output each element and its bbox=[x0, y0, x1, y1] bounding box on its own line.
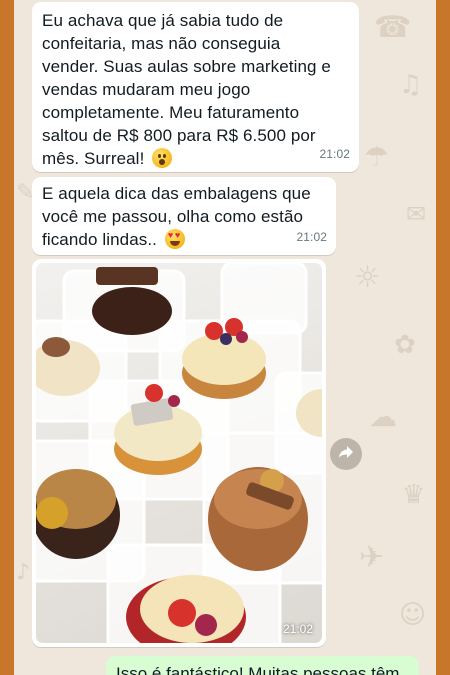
astonished-face-emoji bbox=[152, 148, 173, 168]
incoming-message-bubble[interactable]: E aquela dica das embalagens que você me… bbox=[32, 177, 336, 255]
message-timestamp: 21:02 bbox=[296, 230, 327, 244]
cakes-photo[interactable]: 21:02 bbox=[36, 263, 322, 643]
outgoing-message-bubble[interactable]: Isso é fantástico! Muitas pessoas têm bbox=[106, 656, 419, 675]
message-text: Eu achava que já sabia tudo de confeitar… bbox=[42, 11, 331, 168]
heart-eyes-emoji bbox=[164, 229, 185, 249]
message-text: E aquela dica das embalagens que você me… bbox=[42, 182, 326, 251]
incoming-photo-message[interactable]: 21:02 bbox=[32, 259, 326, 647]
message-timestamp: 21:02 bbox=[319, 147, 350, 161]
incoming-message-bubble[interactable]: Eu achava que já sabia tudo de confeitar… bbox=[32, 2, 359, 172]
forward-arrow-icon bbox=[338, 445, 354, 464]
forward-button[interactable] bbox=[330, 438, 362, 470]
photo-timestamp: 21:02 bbox=[282, 622, 313, 636]
cakes-illustration bbox=[36, 263, 322, 643]
chat-area[interactable]: ☎ ♫ ☂ ✉ ☼ ✿ ☁ ♛ ✈ ☺ ✎ ♪ Eu achava que já… bbox=[14, 0, 436, 675]
message-text: Isso é fantástico! Muitas pessoas têm bbox=[116, 664, 400, 675]
